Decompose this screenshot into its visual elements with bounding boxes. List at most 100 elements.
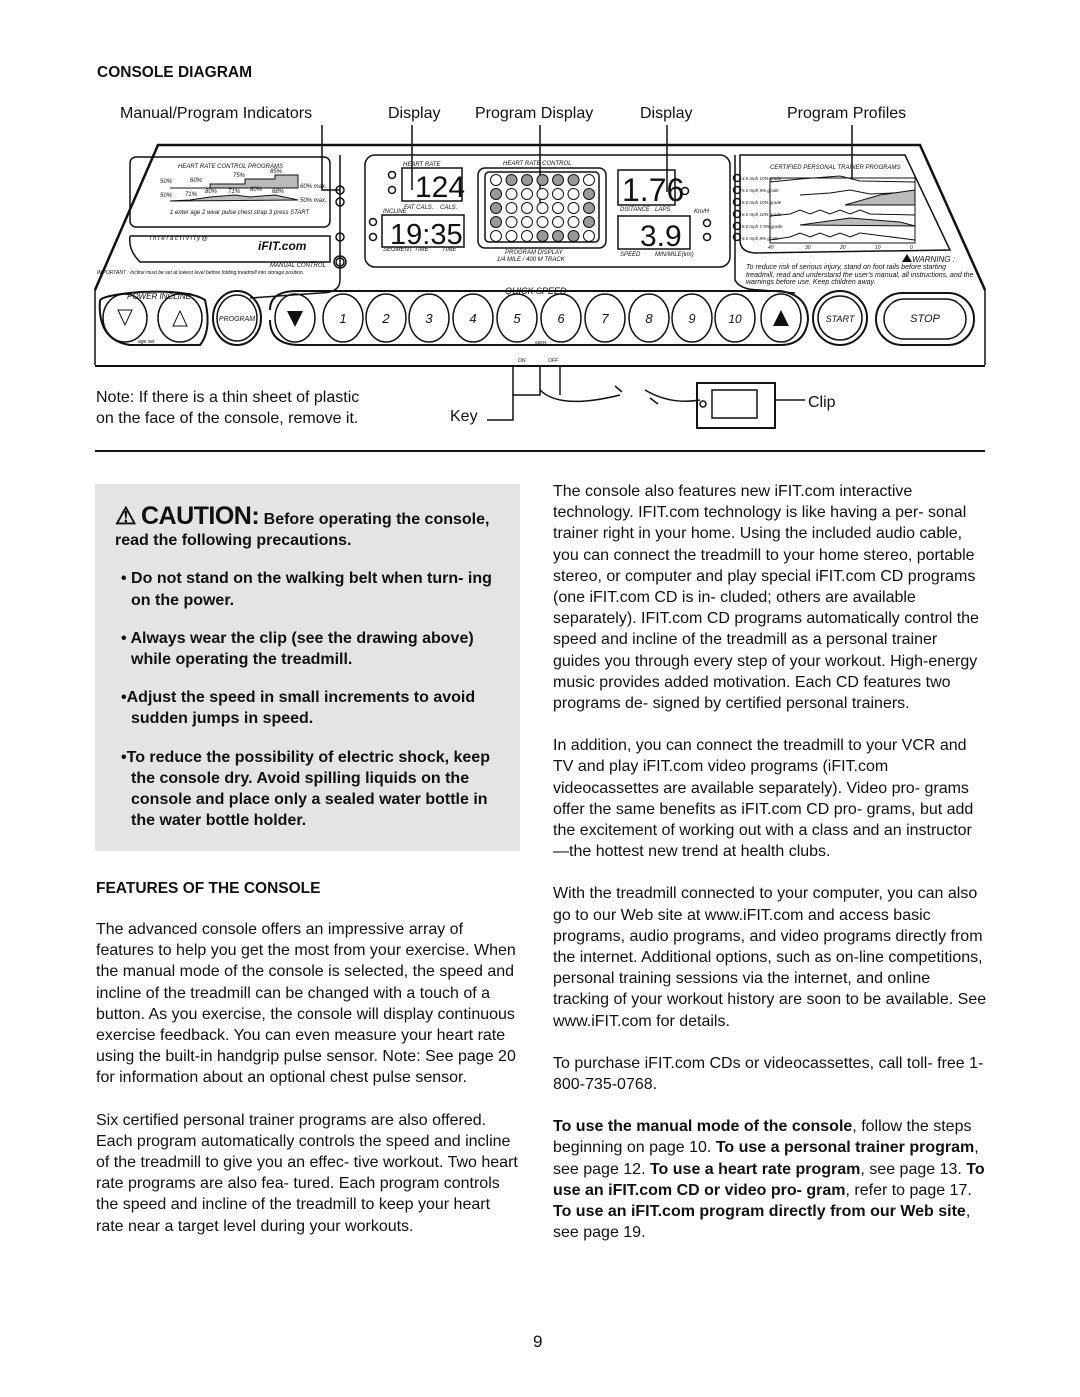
interactivity-text: i n t e r a c t i v i t y @ — [150, 236, 208, 242]
matrix-dot — [583, 202, 595, 214]
caution-word: CAUTION: — [140, 502, 260, 530]
matrix-dot — [521, 174, 533, 186]
features-title: FEATURES OF THE CONSOLE — [96, 880, 321, 897]
matrix-dot — [505, 216, 518, 228]
paragraph: To purchase iFIT.com CDs or videocassett… — [553, 1054, 984, 1094]
program-matrix — [490, 174, 595, 242]
matrix-dot — [583, 188, 595, 200]
trainer-program-5: 6.0 mph 7.5% grade — [742, 224, 783, 229]
matrix-dot — [521, 202, 533, 214]
stop-button[interactable]: STOP — [910, 313, 940, 325]
matrix-dot — [505, 202, 518, 214]
caution-item: Always wear the clip (see the drawing ab… — [130, 629, 474, 669]
cals-label: CALS. — [440, 205, 457, 211]
distance-display: 1.76 — [622, 172, 684, 208]
matrix-dot — [490, 174, 502, 186]
speed-button-9[interactable]: 9 — [688, 311, 695, 326]
matrix-dot — [521, 216, 533, 228]
segment-time-label: SEGMENT TIME — [383, 247, 430, 253]
speed-button-5[interactable]: 5 — [513, 311, 521, 326]
left-column: FEATURES OF THE CONSOLE The advanced con… — [96, 880, 522, 1258]
reference-text: , refer to page 17. — [845, 1181, 972, 1199]
matrix-dot — [567, 202, 580, 214]
matrix-dot — [521, 188, 533, 200]
axis-tick: 30 — [805, 245, 811, 251]
paragraph: Six certified personal trainer programs … — [96, 1111, 518, 1235]
quick-speed-label: QUICK SPEED — [505, 286, 567, 296]
time-label: TIME — [442, 247, 457, 253]
caution-item: Do not stand on the walking belt when tu… — [131, 570, 492, 609]
axis-tick: 20 — [839, 245, 846, 251]
speed-label: SPEED — [620, 252, 641, 258]
hr-prog1-label: 60% — [190, 178, 203, 184]
program-button[interactable]: PROGRAM — [219, 316, 255, 323]
hr-prog2-label: 50% max. — [300, 198, 327, 204]
matrix-dot — [583, 216, 595, 228]
matrix-dot — [552, 230, 564, 242]
trainer-program-6: 6.0 mph 8% grade — [742, 236, 779, 241]
hr-steps: 1 enter age 2 wear pulse chest strap 3 p… — [170, 210, 311, 216]
matrix-dot — [521, 230, 533, 242]
speed-button-8[interactable]: 8 — [645, 311, 653, 326]
clip-label: Clip — [808, 394, 836, 411]
speed-display: 3.9 — [640, 220, 682, 253]
track-label: 1/4 MILE / 400 M TRACK — [497, 257, 566, 263]
on-label: ON — [518, 358, 526, 364]
matrix-dot — [536, 174, 549, 186]
note-line: on the face of the console, remove it. — [96, 410, 359, 427]
trainer-program-1: 4.5 mph 10% grade — [742, 176, 782, 181]
caution-item: To reduce the possibility of electric sh… — [126, 748, 490, 830]
matrix-dot — [552, 202, 564, 214]
incline-up-icon[interactable] — [172, 309, 188, 327]
matrix-dot — [583, 174, 595, 186]
speed-button-3[interactable]: 3 — [425, 311, 433, 326]
fat-cals-label: FAT CALS. — [404, 205, 433, 211]
paragraph: With the treadmill connected to your com… — [553, 885, 987, 1030]
matrix-dot — [490, 230, 502, 242]
paragraph: The console also features new iFIT.com i… — [553, 483, 979, 713]
min-mile-label: MIN/MILE(km) — [655, 252, 694, 258]
plastic-note: Note: If there is a thin sheet of plasti… — [96, 387, 359, 429]
speed-up-icon[interactable] — [773, 310, 789, 326]
matrix-dot — [583, 230, 595, 242]
hr-programs-title: HEART RATE CONTROL PROGRAMS — [178, 164, 283, 170]
matrix-dot — [490, 202, 502, 214]
trainer-program-2: 5.0 mph 5% grade — [742, 188, 779, 193]
matrix-dot — [567, 216, 580, 228]
hr-prog2-label: 71% — [228, 189, 241, 195]
matrix-dot — [567, 188, 580, 200]
speed-button-10[interactable]: 10 — [728, 312, 742, 326]
speed-button-6[interactable]: 6 — [557, 311, 565, 326]
bold-reference: To use a heart rate program — [649, 1160, 861, 1178]
speed-button-4[interactable]: 4 — [469, 311, 476, 326]
manual-control-label: MANUAL CONTROL — [270, 263, 326, 269]
matrix-dot — [505, 174, 518, 186]
age-set-label: age set — [138, 339, 155, 345]
paragraph-references: To use the manual mode of the console, f… — [553, 1116, 987, 1243]
program-display-label: PROGRAM DISPLAY — [505, 250, 564, 256]
matrix-dot — [490, 188, 502, 200]
caution-box: ⚠ CAUTION: Before operating the console,… — [95, 484, 520, 851]
bold-reference: To use an iFIT.com program directly from… — [553, 1203, 966, 1221]
matrix-dot — [505, 230, 518, 242]
axis-tick: 40 — [768, 245, 774, 251]
key-label: Key — [450, 408, 478, 425]
matrix-dot — [552, 216, 564, 228]
ifit-logo: iFIT.com — [258, 239, 307, 253]
speed-button-1[interactable]: 1 — [339, 311, 346, 326]
incline-label: INCLINE — [383, 209, 408, 215]
hr-prog2-label: 68% — [272, 189, 285, 195]
trainer-title: CERTIFIED PERSONAL TRAINER PROGRAMS — [770, 165, 900, 171]
caution-icon: ⚠ — [115, 503, 137, 530]
start-button[interactable]: START — [826, 314, 856, 324]
matrix-dot — [567, 174, 580, 186]
speed-button-7[interactable]: 7 — [601, 311, 609, 326]
page-number: 9 — [533, 1332, 543, 1351]
speed-down-icon[interactable] — [287, 311, 303, 327]
speed-button-2[interactable]: 2 — [381, 311, 390, 326]
hr-prog1-label: 85% — [270, 169, 283, 175]
off-label: OFF — [548, 358, 559, 364]
incline-down-icon[interactable] — [117, 309, 133, 327]
distance-label: DISTANCE — [620, 207, 651, 213]
divider — [95, 450, 985, 452]
